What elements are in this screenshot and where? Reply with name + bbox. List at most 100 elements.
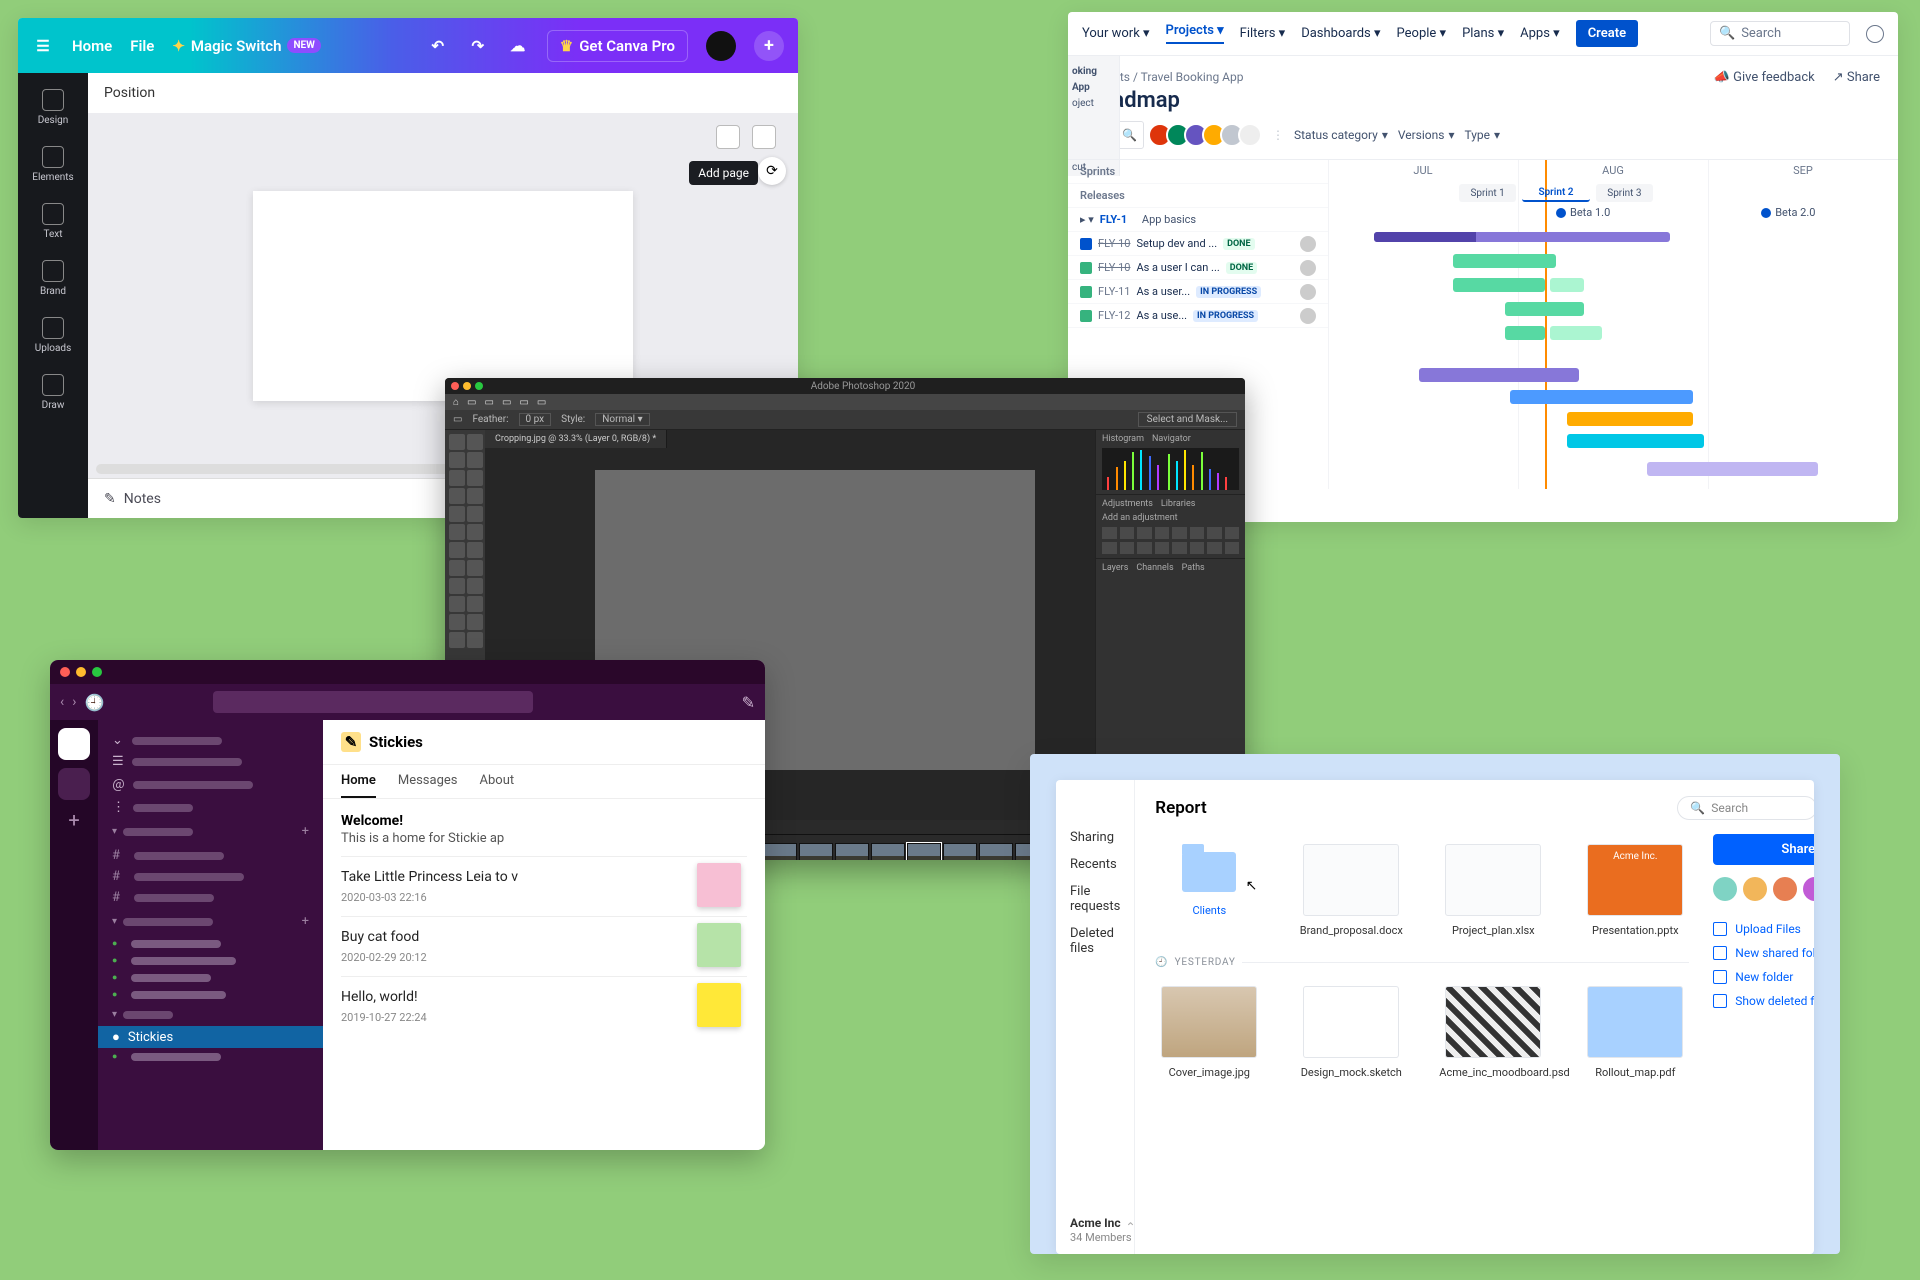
add-workspace-icon[interactable]: + <box>68 808 79 832</box>
nav-your-work[interactable]: Your work ▾ <box>1082 26 1150 41</box>
tool-icon[interactable] <box>449 632 465 648</box>
issue-row[interactable]: FLY-10As a user I can ...DONE <box>1068 256 1328 280</box>
position-button[interactable]: Position <box>104 85 155 101</box>
release-marker[interactable]: Beta 1.0 <box>1556 206 1610 219</box>
notifications-icon[interactable] <box>1866 25 1884 43</box>
nav-back-icon[interactable]: ‹ <box>60 694 64 710</box>
redo-icon[interactable]: ↷ <box>467 35 489 57</box>
sidebar-item-uploads[interactable]: Uploads <box>18 309 88 362</box>
new-shared-folder-link[interactable]: New shared folder <box>1713 941 1814 965</box>
give-feedback-button[interactable]: 📣 Give feedback <box>1714 70 1815 85</box>
side-requests[interactable]: File requests <box>1070 878 1120 920</box>
tool-icon[interactable] <box>449 614 465 630</box>
style-select[interactable]: Normal ▾ <box>595 413 649 426</box>
team-info[interactable]: Acme Inc34 Members ⌃ <box>1070 1216 1132 1244</box>
avatar[interactable] <box>706 31 736 61</box>
tool-icon[interactable] <box>449 524 465 540</box>
panel-tab-libraries[interactable]: Libraries <box>1161 499 1196 509</box>
tool-icon[interactable] <box>467 470 483 486</box>
nav-dashboards[interactable]: Dashboards ▾ <box>1301 26 1380 41</box>
tool-icon[interactable] <box>467 506 483 522</box>
add-page-icon[interactable] <box>752 125 776 149</box>
tool-icon[interactable] <box>449 578 465 594</box>
nav-plans[interactable]: Plans ▾ <box>1462 26 1504 41</box>
nav-apps[interactable]: Apps ▾ <box>1520 26 1560 41</box>
tool-icon[interactable] <box>467 488 483 504</box>
tool-icon[interactable] <box>467 560 483 576</box>
history-icon[interactable]: 🕘 <box>84 693 104 712</box>
get-pro-button[interactable]: ♛Get Canva Pro <box>547 30 688 62</box>
file-card[interactable]: Acme_inc_moodboard.psd <box>1439 986 1547 1079</box>
sidebar-item-brand[interactable]: Brand <box>18 252 88 305</box>
compose-icon[interactable]: ✎ <box>742 693 755 712</box>
panel-tab-layers[interactable]: Layers <box>1102 563 1128 573</box>
tool-icon[interactable] <box>449 542 465 558</box>
tool-icon[interactable] <box>449 506 465 522</box>
panel-tab-navigator[interactable]: Navigator <box>1152 434 1191 444</box>
tool-icon[interactable] <box>467 578 483 594</box>
status-filter[interactable]: Status category ▾ <box>1294 128 1388 142</box>
assignee-filter[interactable] <box>1154 123 1262 147</box>
release-marker[interactable]: Beta 2.0 <box>1761 206 1815 219</box>
issue-row[interactable]: FLY-12As a use...IN PROGRESS <box>1068 304 1328 328</box>
show-deleted-link[interactable]: Show deleted files <box>1713 989 1814 1013</box>
new-folder-link[interactable]: New folder <box>1713 965 1814 989</box>
share-button[interactable]: Share <box>1713 834 1814 865</box>
note-item[interactable]: Take Little Princess Leia to v 2020-03-0… <box>341 856 747 916</box>
file-card[interactable]: ↖ Clients <box>1155 844 1263 937</box>
window-titlebar[interactable]: Adobe Photoshop 2020 <box>445 378 1245 394</box>
search-input[interactable]: 🔍 Search <box>1677 796 1814 820</box>
feather-input[interactable]: 0 px <box>519 413 552 426</box>
nav-file[interactable]: File <box>130 37 154 55</box>
file-card[interactable]: Cover_image.jpg <box>1155 986 1263 1079</box>
create-button[interactable]: Create <box>1576 20 1638 47</box>
issue-row[interactable]: FLY-10Setup dev and ...DONE <box>1068 232 1328 256</box>
member-avatars[interactable] <box>1713 877 1814 901</box>
select-and-mask-button[interactable]: Select and Mask... <box>1138 412 1237 427</box>
tab-messages[interactable]: Messages <box>398 765 458 798</box>
side-recents[interactable]: Recents <box>1070 851 1120 878</box>
refresh-icon[interactable]: ⟳ <box>758 157 786 185</box>
cloud-sync-icon[interactable]: ☁ <box>507 35 529 57</box>
file-card[interactable]: Brand_proposal.docx <box>1297 844 1405 937</box>
nav-forward-icon[interactable]: › <box>72 694 76 710</box>
side-sharing[interactable]: Sharing <box>1070 824 1120 851</box>
tool-icon[interactable] <box>467 434 483 450</box>
share-button[interactable]: ↗ Share <box>1833 70 1880 85</box>
nav-projects[interactable]: Projects ▾ <box>1166 23 1224 44</box>
upload-files-link[interactable]: Upload Files <box>1713 917 1814 941</box>
workspace-icon[interactable] <box>58 768 90 800</box>
file-card[interactable]: ◆Design_mock.sketch <box>1297 986 1405 1079</box>
nav-people[interactable]: People ▾ <box>1397 26 1447 41</box>
note-item[interactable]: Hello, world! 2019-10-27 22:24 <box>341 976 747 1036</box>
home-icon[interactable]: ⌂ <box>453 397 459 408</box>
add-button[interactable]: + <box>754 31 784 61</box>
side-deleted[interactable]: Deleted files <box>1070 920 1120 962</box>
tab-about[interactable]: About <box>480 765 515 798</box>
file-card[interactable]: Rollout_map.pdf <box>1581 986 1689 1079</box>
window-titlebar[interactable] <box>50 660 765 684</box>
sidebar-item-draw[interactable]: Draw <box>18 366 88 419</box>
file-card[interactable]: Acme Inc.Presentation.pptx <box>1581 844 1689 937</box>
panel-tab-adjustments[interactable]: Adjustments <box>1102 499 1153 509</box>
tool-icon[interactable] <box>449 452 465 468</box>
tool-icon[interactable] <box>467 452 483 468</box>
slack-search[interactable] <box>213 691 533 713</box>
undo-icon[interactable]: ↶ <box>427 35 449 57</box>
tool-icon[interactable] <box>467 596 483 612</box>
tool-icon[interactable] <box>467 632 483 648</box>
nav-filters[interactable]: Filters ▾ <box>1240 26 1286 41</box>
tool-icon[interactable] <box>449 470 465 486</box>
file-card[interactable]: Project_plan.xlsx <box>1439 844 1547 937</box>
note-item[interactable]: Buy cat food 2020-02-29 20:12 <box>341 916 747 976</box>
document-tab[interactable]: Cropping.jpg @ 33.3% (Layer 0, RGB/8) * <box>485 430 667 448</box>
tool-icon[interactable] <box>449 596 465 612</box>
hamburger-icon[interactable]: ☰ <box>32 35 54 57</box>
issue-row[interactable]: FLY-11As a user...IN PROGRESS <box>1068 280 1328 304</box>
magic-switch-button[interactable]: ✦ Magic Switch NEW <box>172 37 321 55</box>
jira-search[interactable]: 🔍 Search <box>1710 21 1850 46</box>
duplicate-page-icon[interactable] <box>716 125 740 149</box>
panel-tab-histogram[interactable]: Histogram <box>1102 434 1144 444</box>
nav-home[interactable]: Home <box>72 37 112 55</box>
sidebar-item-design[interactable]: Design <box>18 81 88 134</box>
